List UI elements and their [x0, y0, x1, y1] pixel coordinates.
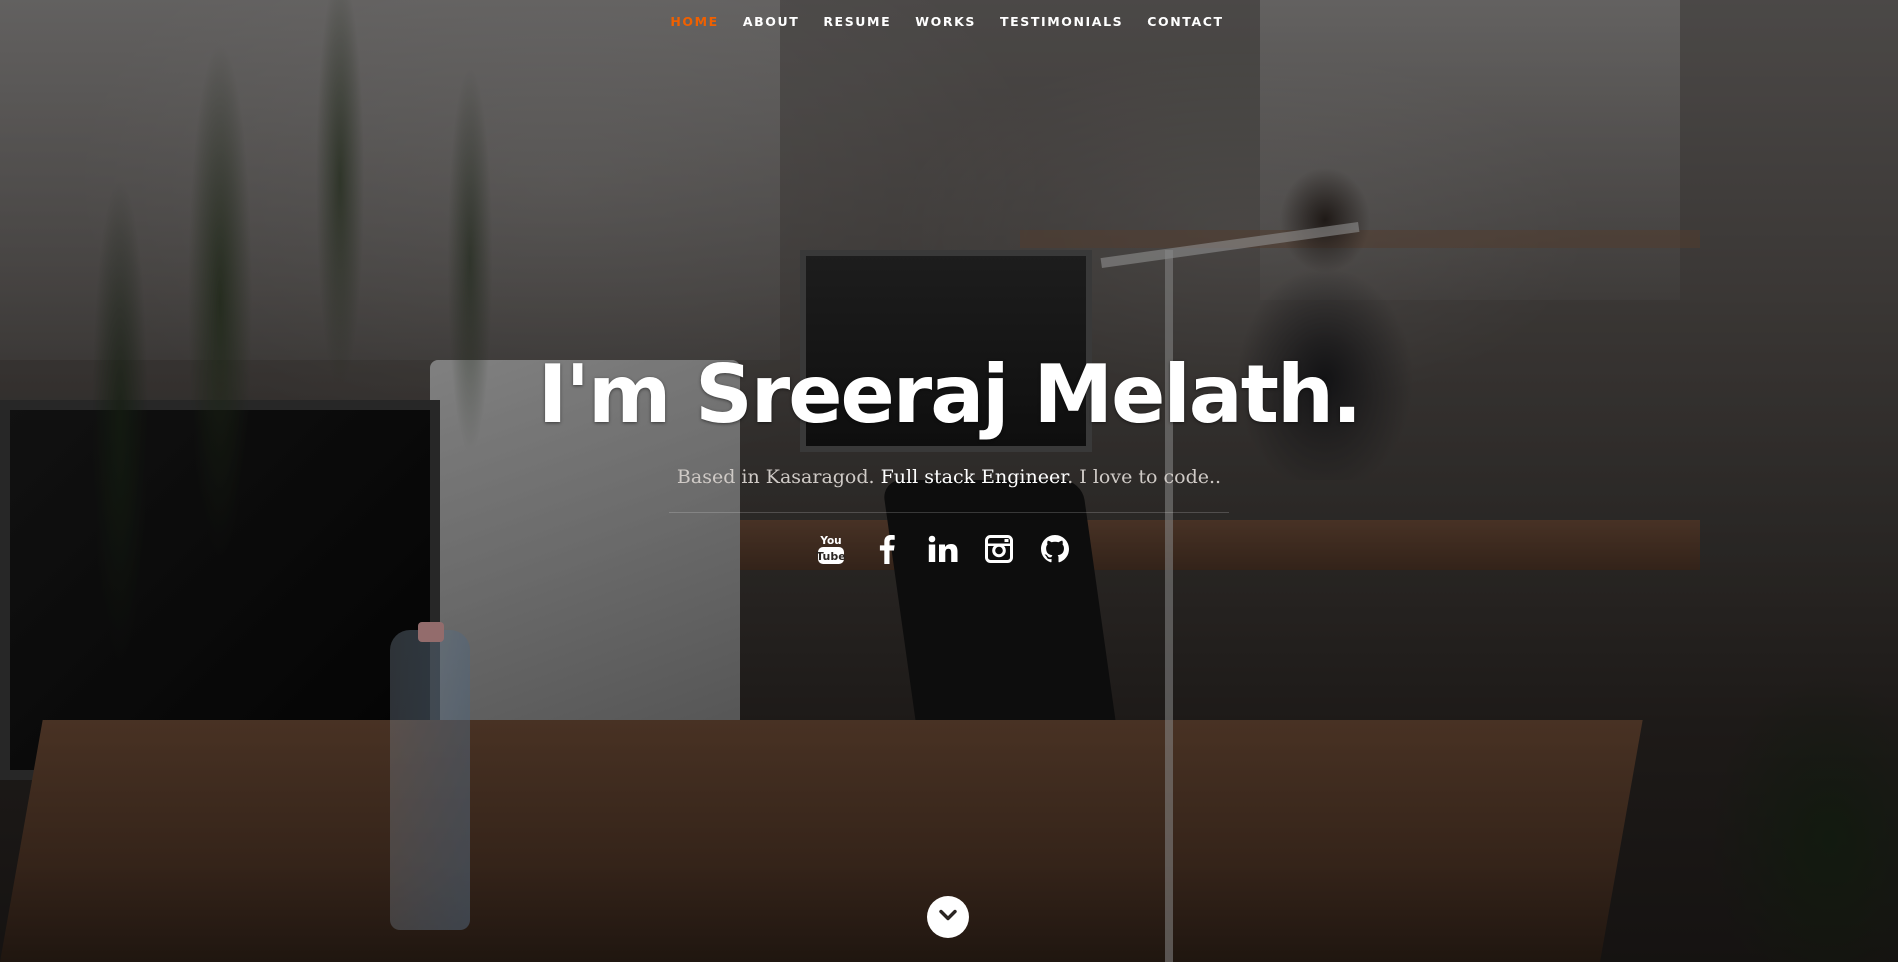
linkedin-icon — [928, 535, 958, 563]
social-links: You Tube — [0, 531, 1892, 567]
scroll-down-button[interactable] — [927, 896, 969, 938]
tagline: Based in Kasaragod. Full stack Engineer.… — [0, 462, 1898, 492]
nav-list: HOME ABOUT RESUME WORKS TESTIMONIALS CON… — [658, 0, 1235, 44]
youtube-link[interactable]: You Tube — [813, 531, 849, 567]
github-link[interactable] — [1037, 531, 1073, 567]
banner: I'm Sreeraj Melath. Based in Kasaragod. … — [0, 340, 1898, 567]
nav-item-testimonials: TESTIMONIALS — [988, 0, 1135, 44]
github-icon — [1041, 535, 1069, 563]
nav-item-about: ABOUT — [731, 0, 812, 44]
svg-text:Tube: Tube — [816, 550, 845, 563]
nav-link-contact[interactable]: CONTACT — [1135, 14, 1235, 29]
tagline-suffix: . I love to code.. — [1067, 466, 1222, 488]
linkedin-link[interactable] — [925, 531, 961, 567]
nav-item-resume: RESUME — [811, 0, 903, 44]
nav-item-home: HOME — [658, 0, 730, 44]
nav-link-works[interactable]: WORKS — [903, 14, 988, 29]
nav-link-testimonials[interactable]: TESTIMONIALS — [988, 14, 1135, 29]
divider — [669, 512, 1229, 513]
chevron-down-icon — [939, 908, 957, 926]
facebook-link[interactable] — [869, 531, 905, 567]
tagline-location: Based in Kasaragod. — [676, 466, 881, 488]
facebook-icon — [878, 534, 896, 564]
nav-link-home[interactable]: HOME — [658, 14, 730, 29]
page-title: I'm Sreeraj Melath. — [537, 348, 1363, 441]
svg-text:You: You — [819, 535, 841, 547]
youtube-icon: You Tube — [816, 533, 846, 565]
main-nav: HOME ABOUT RESUME WORKS TESTIMONIALS CON… — [0, 0, 1898, 44]
hero-section: HOME ABOUT RESUME WORKS TESTIMONIALS CON… — [0, 0, 1898, 962]
tagline-role: Full stack Engineer — [880, 466, 1068, 488]
nav-item-works: WORKS — [903, 0, 988, 44]
nav-link-resume[interactable]: RESUME — [811, 14, 903, 29]
nav-link-about[interactable]: ABOUT — [731, 14, 812, 29]
instagram-link[interactable] — [981, 531, 1017, 567]
nav-item-contact: CONTACT — [1135, 0, 1235, 44]
instagram-icon — [985, 535, 1013, 563]
